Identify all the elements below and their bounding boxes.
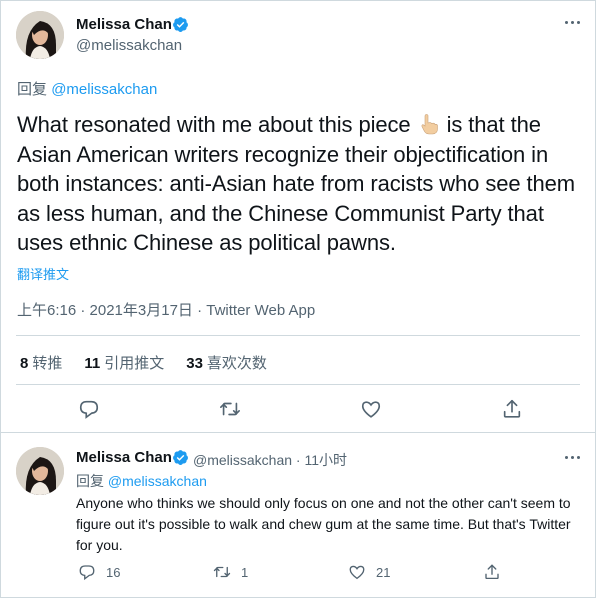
reply-meta[interactable]: @melissakchan · 11小时 bbox=[193, 450, 347, 470]
retweet-icon[interactable] bbox=[219, 398, 241, 420]
verified-badge-icon bbox=[173, 450, 188, 465]
share-icon[interactable] bbox=[501, 398, 523, 420]
reply-avatar[interactable] bbox=[16, 447, 64, 495]
share-button[interactable] bbox=[483, 563, 501, 581]
author-handle[interactable]: @melissakchan bbox=[76, 37, 182, 54]
tweet-timestamp[interactable]: 上午6:16 · 2021年3月17日 · Twitter Web App bbox=[17, 299, 315, 320]
pointing-hand-emoji bbox=[421, 114, 438, 135]
divider bbox=[0, 432, 596, 433]
share-icon bbox=[485, 564, 499, 580]
reply-prefix: 回复 bbox=[17, 81, 48, 98]
retweet-stat[interactable]: 8 转推 bbox=[20, 352, 62, 373]
tweet-text: What resonated with me about this piece … bbox=[17, 110, 592, 258]
reply-count: 16 bbox=[106, 564, 121, 580]
like-stat[interactable]: 33 喜欢次数 bbox=[186, 352, 267, 373]
reply-action-bar: 16 1 21 bbox=[0, 563, 596, 583]
retweet-button[interactable]: 1 bbox=[213, 563, 248, 581]
tweet-text-part1: What resonated with me about this piece bbox=[17, 112, 417, 137]
reply-button[interactable]: 16 bbox=[78, 563, 120, 581]
retweet-count: 1 bbox=[241, 564, 249, 580]
tweet-stats: 8 转推 11 引用推文 33 喜欢次数 bbox=[20, 352, 267, 373]
translate-tweet-link[interactable]: 翻译推文 bbox=[17, 264, 69, 283]
verified-badge-icon bbox=[173, 17, 188, 32]
author-name[interactable]: Melissa Chan bbox=[76, 16, 172, 33]
reply-author-name[interactable]: Melissa Chan bbox=[76, 449, 172, 466]
more-options-icon[interactable] bbox=[565, 454, 585, 460]
divider bbox=[16, 384, 580, 385]
reply-to-link[interactable]: @melissakchan bbox=[108, 473, 207, 489]
like-button[interactable]: 21 bbox=[348, 563, 390, 581]
divider bbox=[16, 335, 580, 336]
reply-context: 回复 @melissakchan bbox=[17, 78, 157, 99]
quote-stat[interactable]: 11 引用推文 bbox=[84, 352, 164, 373]
reply-icon bbox=[79, 565, 95, 581]
reply-icon[interactable] bbox=[78, 398, 100, 420]
like-count: 21 bbox=[376, 564, 391, 580]
avatar[interactable] bbox=[16, 11, 64, 59]
reply-context: 回复 @melissakchan bbox=[76, 471, 207, 491]
more-options-icon[interactable] bbox=[565, 19, 585, 25]
like-icon bbox=[349, 565, 365, 580]
like-icon[interactable] bbox=[360, 398, 382, 420]
reply-text: Anyone who thinks we should only focus o… bbox=[76, 495, 571, 553]
reply-to-link[interactable]: @melissakchan bbox=[51, 81, 157, 98]
tweet-action-bar bbox=[0, 398, 596, 422]
retweet-icon bbox=[213, 566, 231, 578]
reply-prefix: 回复 bbox=[76, 473, 104, 489]
